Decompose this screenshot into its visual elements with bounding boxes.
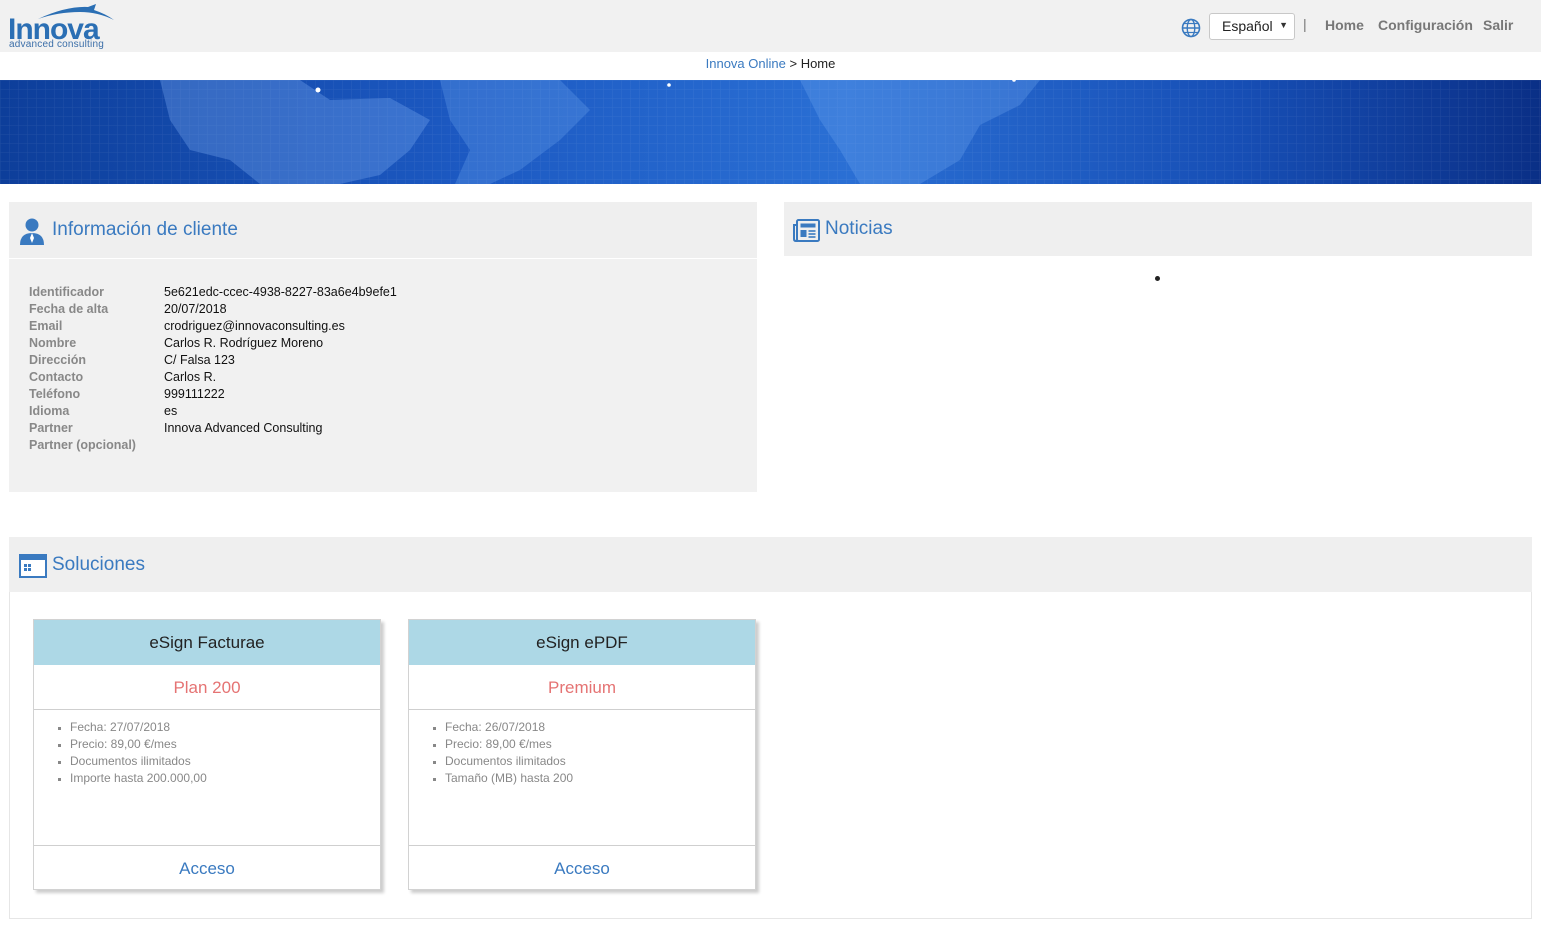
innova-logo[interactable]: Innova advanced consulting	[8, 4, 120, 50]
language-select-value: Español	[1222, 18, 1273, 34]
window-grid-icon	[19, 554, 47, 578]
feature-item: Precio: 89,00 €/mes	[445, 737, 573, 754]
nav-configuration-link[interactable]: Configuración	[1378, 17, 1473, 33]
client-info-header: Información de cliente	[9, 202, 757, 258]
feature-item: Documentos ilimitados	[70, 754, 207, 771]
breadcrumb-current: Home	[800, 56, 836, 71]
solution-card-features: Fecha: 27/07/2018 Precio: 89,00 €/mes Do…	[70, 720, 207, 788]
solutions-title: Soluciones	[52, 554, 145, 575]
world-map-image	[0, 80, 1541, 184]
solution-card-plan: Premium	[409, 665, 755, 710]
feature-item: Fecha: 26/07/2018	[445, 720, 573, 737]
solution-card: eSign Facturae Plan 200 Fecha: 27/07/201…	[33, 619, 381, 890]
solution-card-name: eSign Facturae	[34, 620, 380, 665]
client-info-title: Información de cliente	[52, 219, 238, 240]
nav-home-link[interactable]: Home	[1325, 17, 1364, 33]
feature-item: Fecha: 27/07/2018	[70, 720, 207, 737]
language-select[interactable]: Español ▼	[1209, 13, 1295, 40]
feature-item: Tamaño (MB) hasta 200	[445, 771, 573, 788]
solution-card-name: eSign ePDF	[409, 620, 755, 665]
solutions-header: Soluciones	[9, 537, 1532, 592]
user-icon	[20, 218, 44, 245]
feature-item: Importe hasta 200.000,00	[70, 771, 207, 788]
solution-card: eSign ePDF Premium Fecha: 26/07/2018 Pre…	[408, 619, 756, 890]
solution-access-link[interactable]: Acceso	[34, 845, 380, 890]
solution-card-features: Fecha: 26/07/2018 Precio: 89,00 €/mes Do…	[445, 720, 573, 788]
breadcrumb: Innova Online > Home	[0, 56, 1541, 71]
solution-card-plan: Plan 200	[34, 665, 380, 710]
solution-access-link[interactable]: Acceso	[409, 845, 755, 890]
top-bar: Innova advanced consulting Español ▼ | H…	[0, 0, 1541, 52]
feature-item: Precio: 89,00 €/mes	[70, 737, 207, 754]
news-title: Noticias	[825, 218, 893, 239]
news-loading-dot	[1155, 276, 1160, 281]
breadcrumb-separator: >	[785, 56, 801, 71]
breadcrumb-root-link[interactable]: Innova Online	[706, 56, 786, 71]
chevron-down-icon: ▼	[1279, 20, 1288, 30]
news-header: Noticias	[784, 202, 1532, 256]
nav-separator: |	[1303, 16, 1307, 32]
nav-logout-link[interactable]: Salir	[1483, 17, 1513, 33]
logo-subtext: advanced consulting	[9, 39, 104, 50]
feature-item: Documentos ilimitados	[445, 754, 573, 771]
world-map-banner	[0, 80, 1541, 184]
globe-icon	[1181, 18, 1201, 38]
newspaper-icon	[793, 219, 820, 242]
